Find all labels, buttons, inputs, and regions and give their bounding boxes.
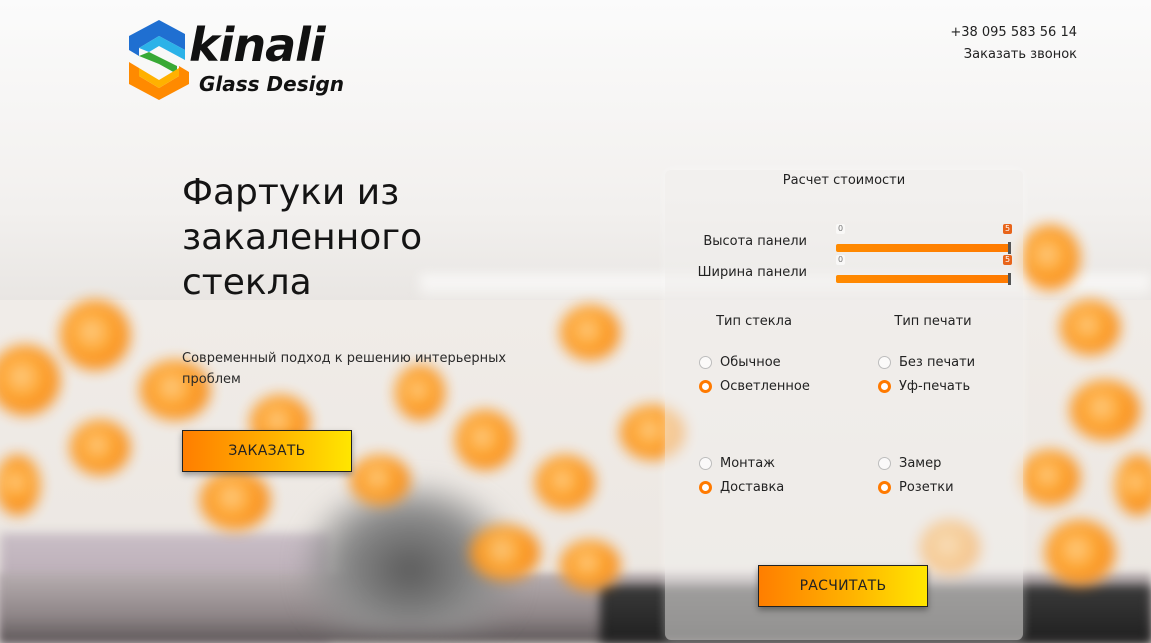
radio-print-none[interactable]: Без печати — [878, 355, 975, 370]
hero-title-line: стекла — [182, 262, 312, 303]
radio-label: Замер — [899, 456, 942, 471]
width-slider-row: Ширина панели 0 5 — [665, 255, 1023, 293]
height-slider-handle[interactable] — [1008, 242, 1011, 254]
option-measurement[interactable]: Замер — [878, 456, 941, 471]
radio-label: Уф-печать — [899, 379, 971, 394]
radio-dot[interactable] — [699, 380, 712, 393]
radio-label: Обычное — [720, 355, 781, 370]
radio-dot[interactable] — [878, 481, 891, 494]
width-slider-label: Ширина панели — [697, 265, 807, 280]
hero-subtitle: Современный подход к решению интерьерных… — [182, 351, 507, 387]
radio-label: Розетки — [899, 480, 954, 495]
phone-link[interactable]: +38 095 583 56 14 — [950, 22, 1077, 44]
calculator-title: Расчет стоимости — [782, 173, 906, 188]
radio-dot[interactable] — [878, 356, 891, 369]
logo-wordmark: kinali — [189, 18, 326, 72]
option-delivery[interactable]: Доставка — [699, 480, 784, 495]
height-slider-max: 5 — [1003, 224, 1013, 234]
radio-dot[interactable] — [878, 380, 891, 393]
radio-label: Доставка — [720, 480, 785, 495]
radio-print-uv[interactable]: Уф-печать — [878, 379, 970, 394]
radio-glass-lightened[interactable]: Осветленное — [699, 379, 810, 394]
logo-s-icon — [129, 20, 189, 100]
option-sockets[interactable]: Розетки — [878, 480, 954, 495]
radio-dot[interactable] — [878, 457, 891, 470]
hero-title: Фартуки из закаленного стекла — [182, 170, 522, 305]
radio-label: Монтаж — [720, 456, 775, 471]
order-button[interactable]: ЗАКАЗАТЬ — [182, 430, 352, 472]
height-slider-min: 0 — [836, 224, 846, 234]
radio-glass-regular[interactable]: Обычное — [699, 355, 781, 370]
print-type-title: Тип печати — [894, 314, 972, 329]
height-slider[interactable] — [836, 244, 1010, 252]
width-slider-handle[interactable] — [1008, 273, 1011, 285]
hero-title-line: Фартуки из — [182, 172, 400, 213]
radio-dot[interactable] — [699, 457, 712, 470]
width-slider[interactable] — [836, 275, 1010, 283]
brand-logo[interactable]: kinali Glass Design — [127, 20, 357, 102]
radio-dot[interactable] — [699, 356, 712, 369]
radio-dot[interactable] — [699, 481, 712, 494]
height-slider-label: Высота панели — [703, 234, 807, 249]
header-contacts: +38 095 583 56 14 Заказать звонок — [950, 22, 1077, 66]
glass-type-title: Тип стекла — [716, 314, 792, 329]
radio-label: Осветленное — [720, 379, 810, 394]
width-slider-min: 0 — [836, 255, 846, 265]
price-calculator: Расчет стоимости Высота панели 0 5 Ширин… — [665, 170, 1023, 640]
callback-link[interactable]: Заказать звонок — [950, 44, 1077, 66]
radio-label: Без печати — [899, 355, 976, 370]
width-slider-max: 5 — [1003, 255, 1013, 265]
hero-title-line: закаленного — [182, 217, 423, 258]
calculate-button[interactable]: РАСЧИТАТЬ — [758, 565, 928, 607]
logo-tagline: Glass Design — [199, 72, 345, 96]
option-installation[interactable]: Монтаж — [699, 456, 775, 471]
